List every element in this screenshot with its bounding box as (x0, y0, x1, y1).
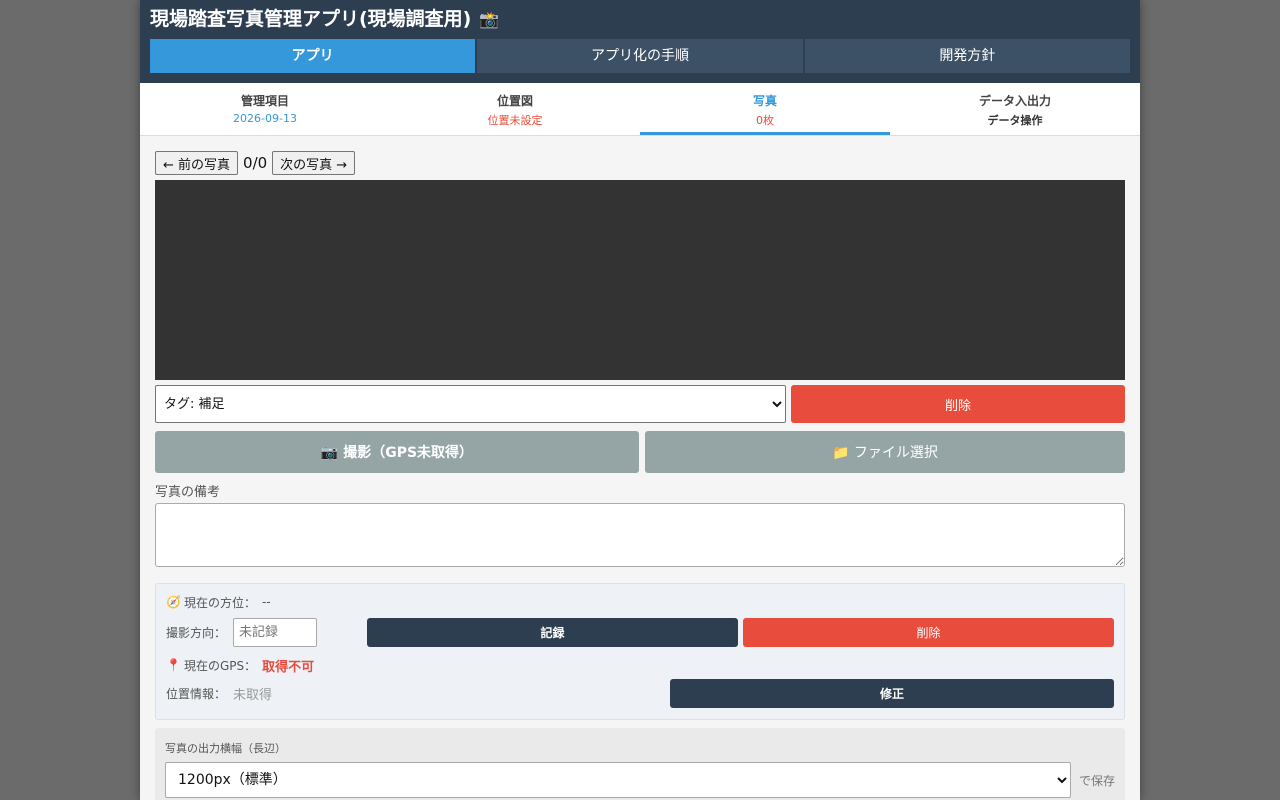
delete-photo-button[interactable]: 削除 (791, 385, 1125, 423)
subtab-photos[interactable]: 写真 0枚 (640, 83, 890, 135)
current-direction-row: 🧭 現在の方位： -- (166, 594, 1114, 610)
location-value: 未取得 (233, 688, 273, 703)
subtab-photos-count: 0枚 (756, 114, 774, 127)
next-photo-button[interactable]: 次の写真 → (272, 151, 356, 175)
shoot-direction-input[interactable] (233, 618, 317, 647)
subtab-management[interactable]: 管理項目 2026-09-13 (140, 83, 390, 135)
app-header: 現場踏査写真管理アプリ(現場調査用) 📸 アプリ アプリ化の手順 開発方針 (140, 0, 1140, 83)
shoot-direction-row: 撮影方向： 記録 削除 (166, 618, 1114, 647)
location-label: 位置情報： (166, 687, 227, 701)
current-direction-value: -- (261, 595, 271, 609)
photo-counter: 0/0 (243, 154, 268, 172)
compass-icon: 🧭 (166, 595, 181, 609)
tab-dev-policy[interactable]: 開発方針 (804, 39, 1130, 73)
subtab-management-label: 管理項目 (240, 94, 289, 108)
output-width-row: 1200px（標準） で保存 (165, 762, 1115, 798)
subtab-photos-label: 写真 (752, 94, 777, 108)
record-direction-button[interactable]: 記録 (367, 618, 738, 647)
gps-row: 📍 現在のGPS： 取得不可 (166, 657, 1114, 675)
sub-tabs: 管理項目 2026-09-13 位置図 位置未設定 写真 0枚 データ入出力 デ… (140, 83, 1140, 136)
file-select-button[interactable]: 📁 ファイル選択 (645, 431, 1125, 473)
photo-nav: ← 前の写真 0/0 次の写真 → (155, 151, 1125, 175)
output-width-panel: 写真の出力横幅（長辺） 1200px（標準） で保存 (155, 728, 1125, 800)
subtab-data-io[interactable]: データ入出力 データ操作 (890, 83, 1140, 135)
subtab-location-map[interactable]: 位置図 位置未設定 (390, 83, 640, 135)
subtab-location-status: 位置未設定 (487, 114, 543, 127)
photo-viewer (155, 180, 1125, 380)
capture-button[interactable]: 📷 撮影（GPS未取得） (155, 431, 639, 473)
shoot-direction-label: 撮影方向： (166, 626, 227, 640)
fix-location-button[interactable]: 修正 (670, 679, 1114, 708)
memo-textarea[interactable] (155, 503, 1125, 567)
app-title-text: 現場踏査写真管理アプリ(現場調査用) (150, 8, 472, 30)
direction-gps-panel: 🧭 現在の方位： -- 撮影方向： 記録 削除 📍 現在のGPS： 取得不可 位… (155, 583, 1125, 720)
location-row: 位置情報： 未取得 修正 (166, 679, 1114, 708)
pin-icon: 📍 (166, 658, 181, 672)
output-width-label: 写真の出力横幅（長辺） (165, 742, 286, 755)
gps-label: 現在のGPS： (183, 658, 257, 673)
output-width-select[interactable]: 1200px（標準） (165, 762, 1071, 798)
tag-row: タグ: 補足 削除 (155, 385, 1125, 423)
prev-photo-button[interactable]: ← 前の写真 (155, 151, 239, 175)
subtab-location-label: 位置図 (496, 94, 533, 108)
photo-content: ← 前の写真 0/0 次の写真 → タグ: 補足 削除 📷 撮影（GPS未取得）… (140, 136, 1140, 800)
tag-select[interactable]: タグ: 補足 (155, 385, 786, 423)
memo-label: 写真の備考 (155, 485, 221, 500)
gps-value: 取得不可 (262, 659, 315, 675)
capture-row: 📷 撮影（GPS未取得） 📁 ファイル選択 (155, 431, 1125, 473)
tab-app-steps[interactable]: アプリ化の手順 (477, 39, 803, 73)
app-title: 現場踏査写真管理アプリ(現場調査用) 📸 (150, 8, 1130, 31)
current-direction-label: 現在の方位： (183, 595, 256, 610)
subtab-data-io-label: データ入出力 (978, 94, 1051, 108)
subtab-management-date: 2026-09-13 (233, 112, 297, 125)
main-tabs: アプリ アプリ化の手順 開発方針 (150, 39, 1130, 73)
output-width-suffix: で保存 (1078, 773, 1115, 788)
camera-icon: 📸 (479, 10, 500, 29)
app-container: 現場踏査写真管理アプリ(現場調査用) 📸 アプリ アプリ化の手順 開発方針 管理… (140, 0, 1140, 800)
tab-app[interactable]: アプリ (150, 39, 476, 73)
delete-direction-button[interactable]: 削除 (743, 618, 1114, 647)
subtab-data-io-sub: データ操作 (987, 114, 1043, 127)
